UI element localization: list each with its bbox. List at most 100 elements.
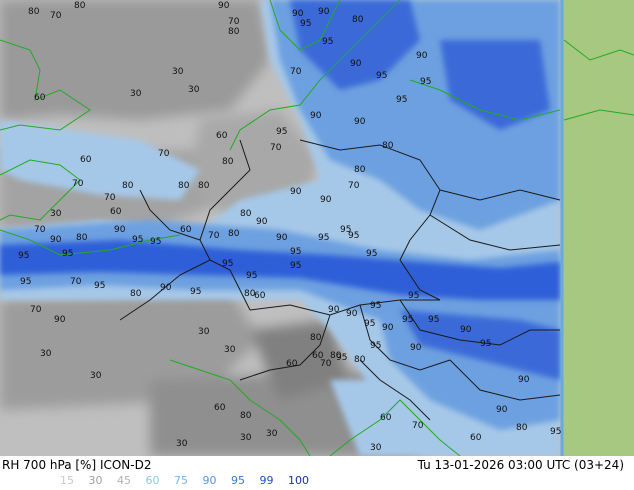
- contour-label: 95: [370, 301, 381, 311]
- contour-label: 95: [318, 233, 329, 243]
- contour-label: 60: [254, 291, 266, 301]
- legend-value: 45: [117, 474, 131, 487]
- contour-label: 95: [370, 341, 381, 351]
- contour-label: 90: [318, 7, 330, 17]
- contour-label: 30: [130, 89, 142, 99]
- contour-label: 95: [376, 71, 387, 81]
- contour-label: 80: [228, 229, 240, 239]
- contour-label: 80: [198, 181, 210, 191]
- contour-label: 80: [228, 27, 240, 37]
- contour-label: 70: [348, 181, 360, 191]
- contour-label: 70: [104, 193, 116, 203]
- contour-label: 70: [290, 67, 302, 77]
- contour-label: 60: [216, 131, 228, 141]
- contour-label: 60: [110, 207, 122, 217]
- contour-label: 80: [76, 233, 88, 243]
- contour-label: 30: [240, 433, 252, 443]
- contour-label: 95: [290, 247, 301, 257]
- contour-label: 90: [50, 235, 62, 245]
- contour-label: 70: [30, 305, 42, 315]
- weather-map-canvas: 808070907080909590803030 3060709590959095…: [0, 0, 634, 456]
- contour-label: 30: [198, 327, 210, 337]
- contour-label: 95: [408, 291, 419, 301]
- contour-label: 90: [328, 305, 340, 315]
- contour-label: 80: [122, 181, 134, 191]
- legend-value: 15: [60, 474, 74, 487]
- contour-label: 60: [34, 93, 46, 103]
- map-footer: RH 700 hPa [%] ICON-D2 Tu 13-01-2026 03:…: [0, 456, 634, 490]
- legend-value: 95: [231, 474, 245, 487]
- contour-label: 90: [460, 325, 472, 335]
- contour-label: 95: [20, 277, 31, 287]
- contour-label: 70: [228, 17, 240, 27]
- valid-time: Tu 13-01-2026 03:00 UTC (03+24): [417, 458, 624, 472]
- contour-label: 80: [354, 355, 366, 365]
- contour-label: 90: [256, 217, 268, 227]
- contour-label: 95: [276, 127, 287, 137]
- contour-label: 30: [40, 349, 52, 359]
- contour-label: 90: [310, 111, 322, 121]
- map-title: RH 700 hPa [%] ICON-D2: [2, 458, 152, 472]
- legend-value: 90: [202, 474, 217, 487]
- contour-label: 90: [410, 343, 422, 353]
- contour-label: 80: [28, 7, 40, 17]
- contour-label: 90: [354, 117, 366, 127]
- contour-label: 70: [34, 225, 46, 235]
- contour-label: 95: [132, 235, 143, 245]
- contour-label: 90: [160, 283, 172, 293]
- contour-label: 70: [270, 143, 282, 153]
- contour-label: 95: [322, 37, 333, 47]
- contour-label: 95: [300, 19, 311, 29]
- contour-label: 80: [310, 333, 322, 343]
- legend-value: 99: [259, 474, 274, 487]
- contour-label: 30: [188, 85, 200, 95]
- contour-label: 30: [370, 443, 382, 453]
- contour-label: 95: [348, 231, 359, 241]
- contour-label: 30: [266, 429, 278, 439]
- contour-label: 60: [286, 359, 298, 369]
- contour-label: 90: [292, 9, 304, 19]
- contour-label: 80: [244, 289, 256, 299]
- contour-label: 60: [214, 403, 226, 413]
- contour-label: 95: [190, 287, 201, 297]
- contour-label: 30: [50, 209, 62, 219]
- contour-label: 90: [518, 375, 530, 385]
- color-legend: 15 30 45 60 75 90 95 99 100: [60, 474, 320, 487]
- contour-label: 70: [72, 179, 84, 189]
- contour-label: 30: [172, 67, 184, 77]
- contour-label: 60: [80, 155, 92, 165]
- contour-label: 30: [224, 345, 236, 355]
- contour-label: 80: [354, 165, 366, 175]
- contour-label: 90: [496, 405, 508, 415]
- contour-label: 90: [54, 315, 66, 325]
- contour-label: 95: [222, 259, 233, 269]
- contour-label: 80: [74, 1, 86, 11]
- contour-label: 70: [320, 359, 332, 369]
- contour-label: 90: [382, 323, 394, 333]
- contour-label: 80: [130, 289, 142, 299]
- contour-label: 95: [396, 95, 407, 105]
- contour-label: 70: [208, 231, 220, 241]
- legend-value: 100: [288, 474, 309, 487]
- contour-label: 95: [94, 281, 105, 291]
- contour-label: 95: [366, 249, 377, 259]
- contour-label: 80: [222, 157, 234, 167]
- legend-value: 75: [174, 474, 188, 487]
- contour-label: 30: [176, 439, 188, 449]
- contour-label: 90: [114, 225, 126, 235]
- contour-label: 80: [352, 15, 364, 25]
- contour-label: 90: [276, 233, 288, 243]
- outside-domain: [562, 0, 634, 456]
- contour-label: 95: [420, 77, 431, 87]
- legend-value: 30: [88, 474, 103, 487]
- contour-label: 95: [480, 339, 491, 349]
- contour-label: 80: [178, 181, 190, 191]
- contour-label: 60: [380, 413, 392, 423]
- contour-label: 90: [320, 195, 332, 205]
- weather-map: 80 80 70 90 70 80 90 95 90 80 30 30 30 60 70 95 90 95 90 95…: [0, 0, 634, 456]
- legend-value: 60: [145, 474, 160, 487]
- contour-label: 80: [240, 209, 252, 219]
- contour-label: 90: [290, 187, 302, 197]
- contour-label: 70: [158, 149, 170, 159]
- contour-label: 95: [402, 315, 413, 325]
